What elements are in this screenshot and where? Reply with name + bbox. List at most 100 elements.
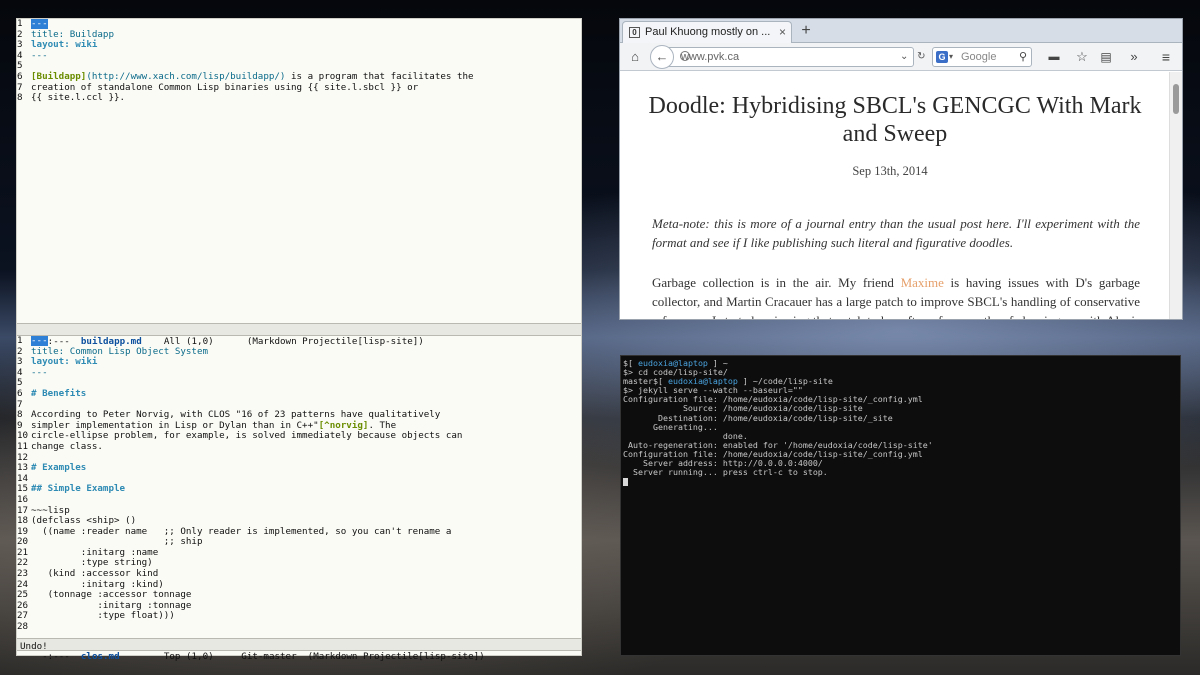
back-icon[interactable]: ← xyxy=(650,45,674,69)
line-content: :type float))) xyxy=(31,611,581,622)
code-token: (http://www.xach.com/lisp/buildapp/) xyxy=(86,70,286,82)
code-line[interactable]: 27 :type float))) xyxy=(17,611,581,622)
code-token: simpler implementation in Lisp or Dylan … xyxy=(31,419,319,431)
post-date: Sep 13th, 2014 xyxy=(852,164,928,178)
code-line[interactable]: 2 title: Buildapp xyxy=(17,28,581,41)
line-content: --- xyxy=(31,49,581,62)
line-content: ## Simple Example xyxy=(31,484,581,495)
search-placeholder: Google xyxy=(961,51,997,63)
code-line[interactable]: 6 # Benefits xyxy=(17,387,581,400)
dropdown-icon[interactable]: ⌄ xyxy=(900,51,908,62)
modeline-clos: -:--- clos.md Top (1,0) Git-master (Mark… xyxy=(17,638,581,662)
code-token: :initarg :kind) xyxy=(31,578,164,590)
tab-title: Paul Khuong mostly on ... xyxy=(645,26,771,38)
line-number: 28 xyxy=(17,621,29,633)
emacs-window[interactable]: 1 --- 2 title: Buildapp 3 layout: wiki 4 --- 5 6[… xyxy=(16,18,582,662)
code-line[interactable]: 3 layout: wiki xyxy=(17,39,581,51)
code-line[interactable]: 8 {{ site.l.ccl }}. xyxy=(17,92,581,104)
code-token: {{ site.l.ccl }}. xyxy=(31,92,126,104)
code-line[interactable]: 13 # Examples xyxy=(17,462,581,474)
line-content xyxy=(31,622,581,633)
line-content: --- xyxy=(31,367,581,379)
code-token: [Buildapp] xyxy=(31,70,87,82)
code-token: ((name :reader name ;; Only reader is im… xyxy=(31,525,452,537)
clipboard-icon[interactable]: ▤ xyxy=(1096,47,1116,67)
terminal-prompt-line[interactable] xyxy=(623,477,1178,486)
code-line[interactable]: 16 xyxy=(17,493,581,506)
code-token: According to Peter Norvig, with CLOS "16… xyxy=(31,409,441,421)
code-line[interactable]: 11 change class. xyxy=(17,440,581,453)
line-number: 16 xyxy=(17,493,29,505)
scrollbar-thumb[interactable] xyxy=(1173,84,1179,114)
terminal-window[interactable]: $[ eudoxia@laptop ] ~ $> cd code/lisp-sit… xyxy=(620,355,1181,656)
code-token: :initarg :tonnage xyxy=(31,599,192,611)
line-number: 11 xyxy=(17,440,29,452)
close-tab-icon[interactable]: × xyxy=(779,22,786,42)
home-icon[interactable]: ⌂ xyxy=(624,47,646,67)
url-tools: ⌄ ↻ xyxy=(900,47,926,67)
modeline-buffer-name[interactable]: clos.md xyxy=(81,651,120,662)
code-token: --- xyxy=(31,336,48,346)
search-engine-dropdown-icon[interactable]: ▾ xyxy=(949,48,953,66)
globe-icon xyxy=(680,51,690,61)
minibuffer[interactable]: Undo! xyxy=(20,641,48,653)
code-token: (kind :accessor kind xyxy=(31,568,159,580)
line-number: 6 xyxy=(17,70,23,82)
navigation-toolbar: ⌂ www.pvk.ca ← ⌄ ↻ G ▾ Google ⚲ ▬ ☆ ▤ » … xyxy=(620,43,1182,71)
tab-strip: 0 Paul Khuong mostly on ... × + xyxy=(620,19,1182,43)
line-number: 8 xyxy=(17,92,23,104)
code-line[interactable]: 2 title: Common Lisp Object System xyxy=(17,346,581,358)
line-content xyxy=(31,495,581,506)
addon-icon[interactable]: ▬ xyxy=(1044,47,1064,67)
menu-icon[interactable]: ≡ xyxy=(1154,47,1178,67)
page-content[interactable]: Doodle: Hybridising SBCL's GENCGC With M… xyxy=(620,72,1170,319)
code-token: :type float))) xyxy=(31,610,175,622)
line-number: 1 xyxy=(17,336,23,346)
overflow-icon[interactable]: » xyxy=(1124,47,1144,67)
code-token: [^norvig] xyxy=(318,419,369,431)
line-content xyxy=(31,378,581,389)
post-body: Garbage collection is in the air. My fri… xyxy=(652,273,1140,319)
modeline-buildapp: -:--- buildapp.md All (1,0) (Markdown Pr… xyxy=(17,323,581,347)
line-content: change class. xyxy=(31,440,581,453)
code-token: (defclass <ship> () xyxy=(31,515,137,527)
line-content: # Benefits xyxy=(31,388,581,400)
maxime-link[interactable]: Maxime xyxy=(901,275,944,290)
code-token: --- xyxy=(31,49,48,61)
post-title: Doodle: Hybridising SBCL's GENCGC With M… xyxy=(648,93,1142,147)
tab-favicon-icon: 0 xyxy=(629,27,640,38)
line-content xyxy=(31,453,581,464)
search-engine-icon[interactable]: G xyxy=(936,51,948,63)
search-bar[interactable]: G ▾ Google ⚲ xyxy=(932,47,1032,67)
terminal-line: Server running... press ctrl-c to stop. xyxy=(623,468,1178,477)
code-line[interactable]: 3 layout: wiki xyxy=(17,356,581,368)
editor-pane-clos[interactable]: 1 --- 2 title: Common Lisp Object System 3 la… xyxy=(17,336,581,637)
code-token: --- xyxy=(31,19,48,29)
page-scrollbar[interactable] xyxy=(1169,72,1182,319)
code-token: :type string) xyxy=(31,557,153,569)
code-line[interactable]: 5 xyxy=(17,378,581,389)
modeline-status: Top (1,0) Git-master (Markdown Projectil… xyxy=(119,651,485,662)
star-icon[interactable]: ☆ xyxy=(1072,47,1092,67)
code-line[interactable]: 28 xyxy=(17,621,581,633)
code-line[interactable]: 4 --- xyxy=(17,367,581,379)
code-line[interactable]: 4 --- xyxy=(17,49,581,62)
search-icon[interactable]: ⚲ xyxy=(1019,48,1027,66)
line-number: 6 xyxy=(17,387,23,399)
new-tab-button[interactable]: + xyxy=(796,21,816,41)
code-token: (tonnage :accessor tonnage xyxy=(31,589,192,601)
code-token: # Examples xyxy=(31,462,87,474)
code-token: Buildapp xyxy=(69,28,114,40)
browser-tab[interactable]: 0 Paul Khuong mostly on ... × xyxy=(622,21,792,43)
editor-pane-buildapp[interactable]: 1 --- 2 title: Buildapp 3 layout: wiki 4 --- 5 6[… xyxy=(17,19,581,322)
code-token: circle-ellipse problem, for example, is … xyxy=(31,430,463,442)
code-line[interactable]: 12 xyxy=(17,452,581,464)
line-content: layout: wiki xyxy=(31,39,581,51)
code-token: change class. xyxy=(31,440,103,452)
code-line[interactable]: 15 ## Simple Example xyxy=(17,484,581,495)
url-bar[interactable]: www.pvk.ca xyxy=(654,47,914,67)
reload-icon[interactable]: ↻ xyxy=(917,51,925,62)
firefox-window[interactable]: 0 Paul Khuong mostly on ... × + ⌂ www.pv… xyxy=(619,18,1183,320)
code-token: title: xyxy=(31,28,70,40)
code-token: ;; ship xyxy=(31,536,203,548)
